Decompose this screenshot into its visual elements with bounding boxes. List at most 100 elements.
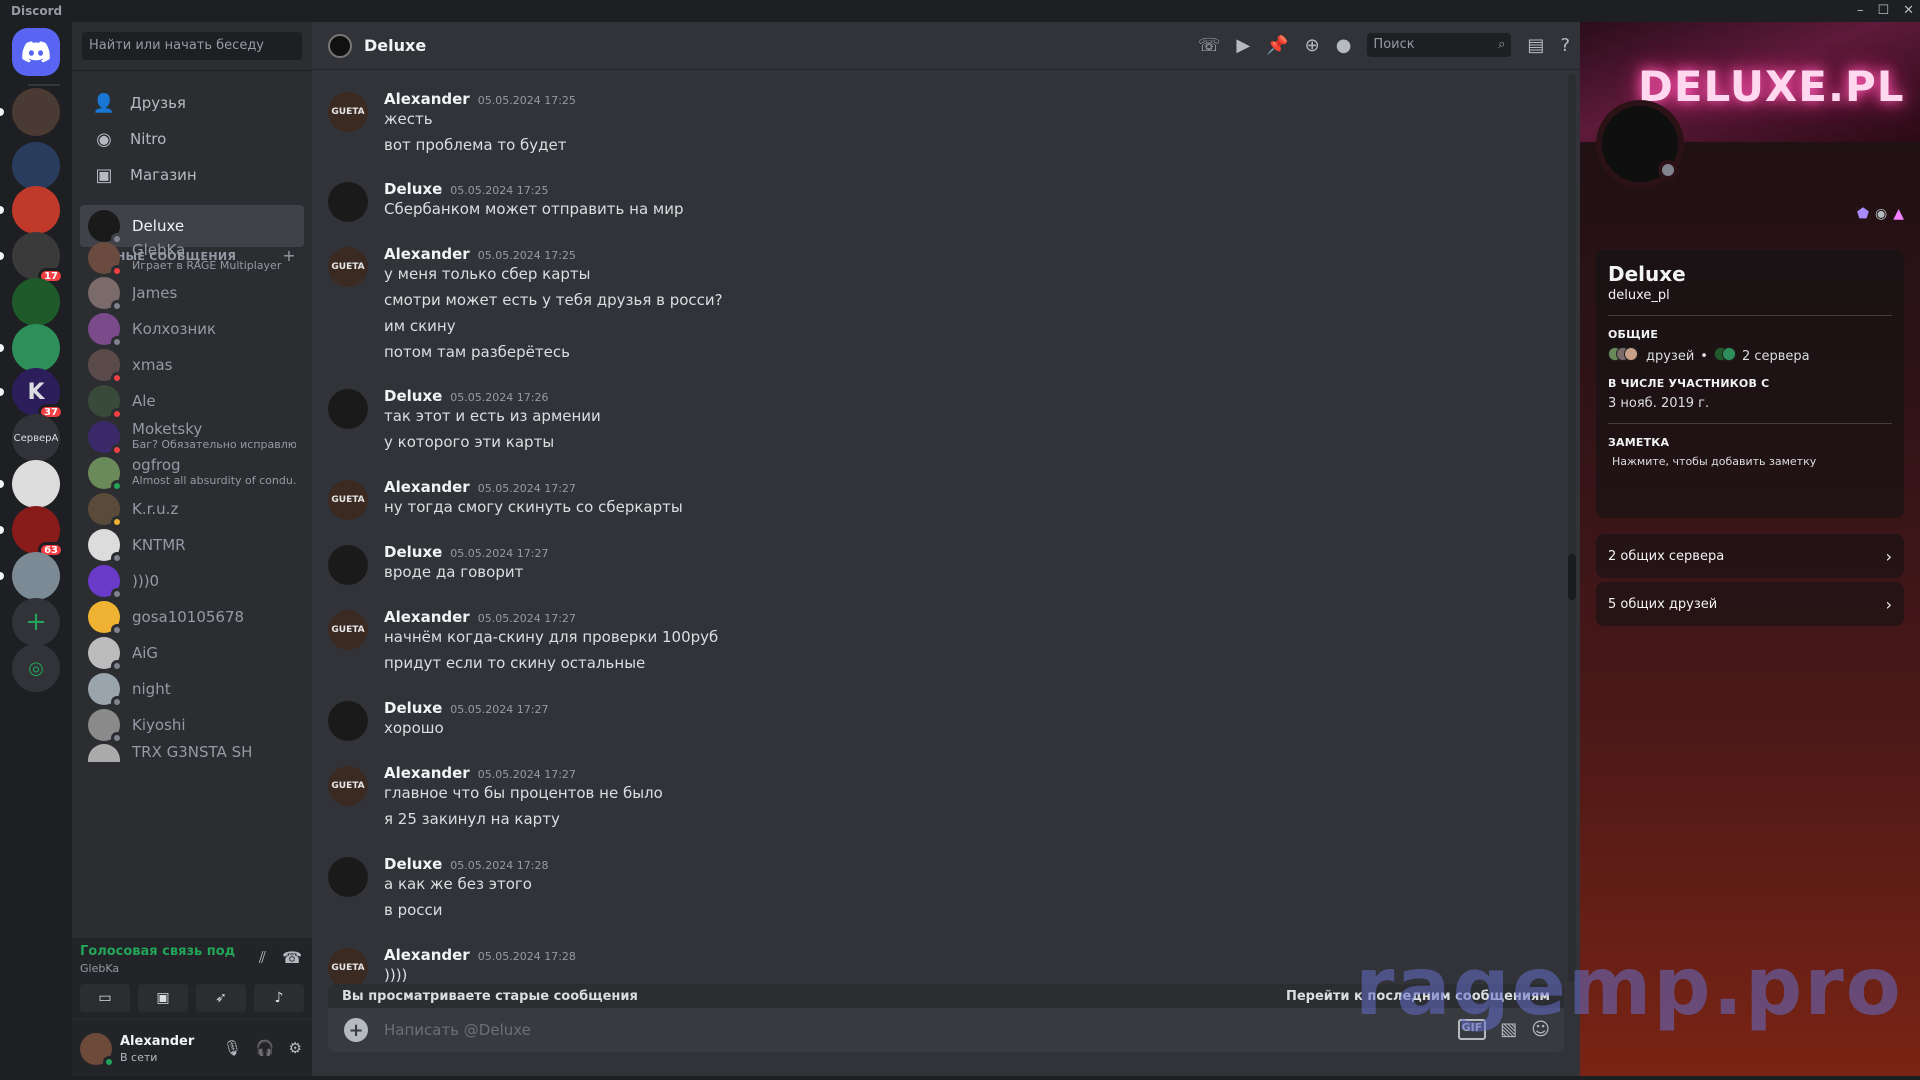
headphones-icon[interactable]: 🎧 [256,1039,275,1057]
message-author[interactable]: Alexander [384,764,470,782]
pin-icon[interactable]: 📌 [1266,35,1288,56]
guild-7[interactable]: K 37 [0,368,64,420]
mutual-friends-avatars[interactable] [1608,347,1638,365]
avatar[interactable]: GUETA [328,610,368,650]
divider [1608,423,1892,424]
message-text: Сбербанком может отправить на мир [384,200,684,218]
gear-icon[interactable]: ⚙ [289,1039,302,1057]
message-author[interactable]: Alexander [384,90,470,108]
mutual-servers-label[interactable]: 2 сервера [1742,349,1810,364]
friends-icon: 👤 [92,92,116,114]
video-call-icon[interactable]: ▶ [1236,35,1250,56]
guild-4[interactable]: 17 [0,232,64,284]
message-author[interactable]: Alexander [384,608,470,626]
message-input[interactable]: Написать @Deluxe [384,1021,531,1039]
upload-button[interactable]: + [344,1018,368,1042]
guild-5[interactable] [12,278,60,326]
message-author[interactable]: Alexander [384,946,470,964]
minimize-icon[interactable]: – [1857,0,1864,22]
guild-3[interactable] [0,186,60,234]
message-author[interactable]: Deluxe [384,387,442,405]
dm-name: Колхозник [132,321,217,337]
message-author[interactable]: Deluxe [384,699,442,717]
mutual-servers-avatars[interactable] [1713,347,1736,365]
user-name: Alexander [120,1034,195,1049]
microphone-icon[interactable]: 🎙 [223,1039,242,1057]
scrollbar-thumb[interactable] [1568,554,1576,600]
dm-name: Moketsky [132,421,203,437]
profile-username: deluxe_pl [1608,288,1670,303]
soundboard-button[interactable]: ♪ [254,984,304,1012]
guild-1[interactable] [0,88,60,136]
scrollbar[interactable] [1568,74,1576,982]
note-title: ЗАМЕТКА [1608,436,1670,449]
message-author[interactable]: Deluxe [384,180,442,198]
help-icon[interactable]: ? [1560,35,1570,56]
avatar[interactable] [328,701,368,741]
message-timestamp: 05.05.2024 17:27 [450,703,549,716]
activity-button[interactable]: ➶ [196,984,246,1012]
message-author[interactable]: Alexander [384,478,470,496]
header-search-input[interactable]: Поиск ⌕ [1367,33,1512,57]
avatar[interactable] [328,545,368,585]
guild-10[interactable]: 63 [0,506,64,558]
unread-pip [0,344,4,352]
avatar[interactable]: GUETA [328,948,368,988]
shield-badge-icon[interactable]: ⬟ [1857,206,1869,222]
inbox-icon[interactable]: ▤ [1527,35,1544,56]
guild-8[interactable]: СерверА [12,414,60,462]
mutual-friends-row[interactable]: 5 общих друзей › [1596,582,1904,626]
mutual-friends-label[interactable]: друзей [1646,349,1694,364]
avatar[interactable] [328,182,368,222]
message-text: главное что бы процентов не было [384,784,663,802]
phone-call-icon[interactable]: ☏ [1198,35,1221,56]
add-friend-icon[interactable]: ⊕ [1305,35,1320,56]
avatar[interactable]: GUETA [328,247,368,287]
camera-off-icon: ▭ [98,990,112,1006]
maximize-icon[interactable]: ☐ [1877,0,1889,22]
watermark: ragemp.pro [1355,940,1903,1033]
message-author[interactable]: Alexander [384,245,470,263]
message-author[interactable]: Deluxe [384,543,442,561]
message-timestamp: 05.05.2024 17:25 [477,249,576,262]
message-timestamp: 05.05.2024 17:27 [477,768,576,781]
guild-separator [28,84,60,86]
home-button[interactable] [12,28,60,76]
close-icon[interactable]: ✕ [1903,0,1914,22]
dm-item-trx[interactable]: TRX G3NSTA SH [80,740,304,762]
mutual-servers-row[interactable]: 2 общих сервера › [1596,534,1904,578]
add-server-button[interactable]: + [12,598,60,646]
dm-search-input[interactable]: Найти или начать беседу [82,32,302,60]
avatar[interactable]: GUETA [328,480,368,520]
banner-text: DELUXE.PL [1638,62,1905,111]
noise-suppression-icon[interactable]: ⫽ [259,948,266,968]
screen-share-button[interactable]: ▣ [138,984,188,1012]
avatar[interactable] [328,857,368,897]
message-text: хорошо [384,719,444,737]
search-icon: ⌕ [1498,37,1506,52]
voice-channel-name[interactable]: GlebKa [80,962,119,975]
camera-off-button[interactable]: ▭ [80,984,130,1012]
avatar[interactable] [328,389,368,429]
message-author[interactable]: Deluxe [384,855,442,873]
note-input[interactable]: Нажмите, чтобы добавить заметку [1608,455,1892,468]
discord-logo-icon [22,41,50,63]
avatar [88,709,123,744]
nitro-badge-icon[interactable]: ◉ [1875,206,1887,222]
nav-shop[interactable]: ▣ Магазин [80,154,304,196]
avatar[interactable]: GUETA [328,766,368,806]
boost-badge-icon[interactable]: ▲ [1893,206,1904,222]
avatar[interactable]: GUETA [328,92,368,132]
profile-avatar[interactable] [1596,100,1684,188]
disconnect-icon[interactable]: ☎ [282,948,302,968]
message-list: GUETA Alexander 05.05.2024 17:25 жесть во… [312,70,1568,990]
user-profile-icon[interactable]: ● [1336,35,1352,56]
guild-2[interactable] [12,142,60,190]
mutual-summary: друзей • 2 сервера [1608,347,1892,365]
guild-11[interactable] [0,552,60,600]
avatar [88,385,123,420]
guild-9[interactable] [0,460,60,508]
avatar[interactable] [80,1033,115,1068]
explore-servers-button[interactable]: ◎ [12,644,60,692]
guild-6[interactable] [0,324,60,372]
